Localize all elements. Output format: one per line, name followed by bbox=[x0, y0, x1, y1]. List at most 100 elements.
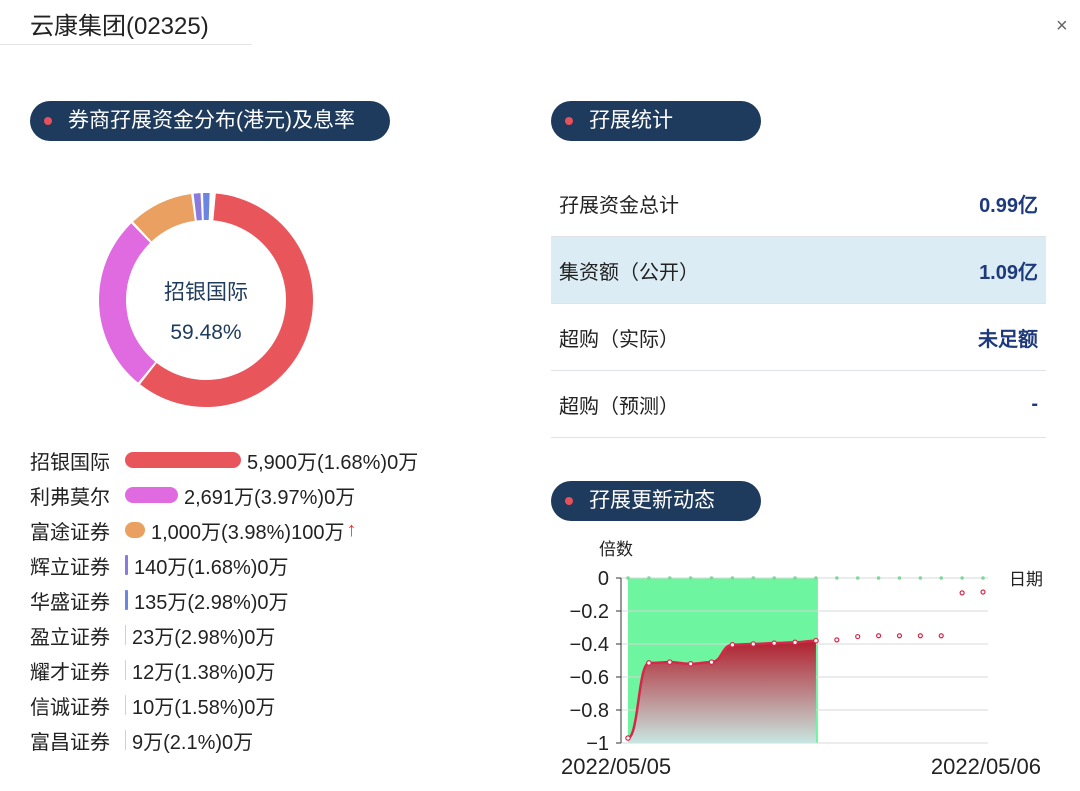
data-point bbox=[980, 589, 986, 595]
broker-share-bar bbox=[125, 555, 128, 575]
broker-row: 耀才证券 12万(1.38%)0万 bbox=[30, 655, 275, 685]
broker-name: 华盛证券 bbox=[30, 591, 110, 614]
y-tick-label: −0.8 bbox=[570, 700, 609, 722]
data-point bbox=[938, 633, 944, 639]
data-point bbox=[625, 735, 631, 741]
broker-share-bar bbox=[125, 522, 145, 538]
donut-slice bbox=[203, 193, 210, 221]
increase-arrow-icon: ↑ bbox=[346, 518, 357, 541]
data-point bbox=[792, 639, 798, 646]
broker-value: 140万(1.68%)0万 bbox=[134, 556, 289, 579]
broker-row: 富途证券 1,000万(3.98%)100万 ↑ bbox=[30, 515, 356, 545]
zero-marker bbox=[751, 576, 756, 580]
distribution-section-header: 券商孖展资金分布(港元)及息率 bbox=[30, 101, 390, 141]
donut-slice bbox=[193, 193, 202, 221]
broker-row: 富昌证券 9万(2.1%)0万 bbox=[30, 725, 253, 755]
stats-section-header: 孖展统计 bbox=[551, 101, 761, 141]
broker-name: 盈立证券 bbox=[30, 626, 110, 649]
broker-share-bar bbox=[125, 452, 241, 468]
zero-marker bbox=[918, 576, 923, 580]
data-point bbox=[771, 640, 777, 646]
zero-marker bbox=[647, 576, 651, 580]
broker-share-bar bbox=[125, 590, 128, 610]
stat-label: 超购（预测） bbox=[559, 395, 679, 418]
zero-marker bbox=[730, 576, 735, 580]
updates-section-header: 孖展更新动态 bbox=[551, 481, 761, 521]
broker-name: 招银国际 bbox=[30, 451, 110, 474]
broker-share-bar bbox=[125, 730, 126, 750]
data-point bbox=[687, 661, 694, 667]
stat-row-total-margin: 孖展资金总计 0.99亿 bbox=[551, 170, 1046, 237]
broker-name: 信诚证券 bbox=[30, 696, 110, 719]
broker-row: 盈立证券 23万(2.98%)0万 bbox=[30, 620, 275, 650]
zero-marker bbox=[960, 576, 964, 580]
broker-share-bar bbox=[125, 695, 126, 715]
bullet-dot-icon bbox=[565, 497, 573, 505]
stat-value: 未足额 bbox=[978, 328, 1038, 351]
donut-center-name: 招银国际 bbox=[164, 281, 248, 304]
stat-row-public-raise: 集资额（公开） 1.09亿 bbox=[551, 237, 1046, 304]
zero-marker bbox=[772, 576, 776, 580]
stat-label: 超购（实际） bbox=[559, 328, 679, 351]
zero-marker bbox=[667, 576, 672, 580]
broker-name: 富昌证券 bbox=[30, 731, 110, 754]
distribution-section-title: 券商孖展资金分布(港元)及息率 bbox=[68, 109, 355, 132]
broker-value: 135万(2.98%)0万 bbox=[134, 591, 289, 614]
stat-label: 集资额（公开） bbox=[559, 261, 699, 284]
data-point bbox=[813, 637, 819, 644]
zero-marker bbox=[688, 576, 693, 580]
data-point bbox=[666, 659, 673, 665]
data-point bbox=[646, 660, 652, 666]
broker-name: 利弗莫尔 bbox=[30, 486, 110, 509]
data-point bbox=[896, 633, 903, 639]
broker-value: 12万(1.38%)0万 bbox=[132, 661, 276, 684]
broker-name: 耀才证券 bbox=[30, 661, 110, 684]
data-point bbox=[708, 659, 715, 665]
stat-value: 0.99亿 bbox=[979, 194, 1038, 217]
zero-marker bbox=[981, 576, 985, 580]
stat-value: - bbox=[1031, 392, 1038, 415]
zero-marker bbox=[876, 576, 881, 580]
broker-share-bar bbox=[125, 487, 178, 503]
data-point bbox=[729, 642, 736, 648]
broker-value: 9万(2.1%)0万 bbox=[132, 731, 254, 754]
donut-slice bbox=[133, 194, 195, 242]
broker-row: 辉立证券 140万(1.68%)0万 bbox=[30, 550, 289, 580]
y-tick-label: −0.4 bbox=[570, 634, 609, 656]
zero-marker bbox=[897, 576, 902, 580]
zero-marker bbox=[814, 576, 818, 580]
broker-row: 华盛证券 135万(2.98%)0万 bbox=[30, 585, 289, 615]
broker-name: 辉立证券 bbox=[30, 556, 110, 579]
broker-share-bar bbox=[125, 660, 126, 680]
page-title: 云康集团(02325) bbox=[30, 13, 209, 40]
broker-value: 10万(1.58%)0万 bbox=[132, 696, 276, 719]
close-icon[interactable]: × bbox=[1056, 16, 1068, 36]
updates-section-title: 孖展更新动态 bbox=[589, 489, 715, 512]
broker-value: 2,691万(3.97%)0万 bbox=[184, 486, 356, 509]
line-chart-svg: 0 −0.2 −0.4 −0.6 −0.8 −1 倍数日期 2022/05/05 2022/05… bbox=[561, 540, 1043, 779]
y-tick-label: −0.6 bbox=[570, 667, 609, 689]
broker-row: 信诚证券 10万(1.58%)0万 bbox=[30, 690, 275, 720]
zero-marker bbox=[709, 576, 714, 580]
stat-value: 1.09亿 bbox=[979, 261, 1038, 284]
broker-value: 23万(2.98%)0万 bbox=[132, 626, 276, 649]
zero-marker bbox=[939, 576, 944, 580]
margin-update-chart[interactable]: 0 −0.2 −0.4 −0.6 −0.8 −1 倍数 日期 2022/05/05 2022/05… bbox=[551, 538, 1051, 783]
broker-value: 5,900万(1.68%)0万 bbox=[247, 451, 419, 474]
zero-marker bbox=[855, 576, 860, 580]
title-bar: 云康集团(02325) bbox=[0, 0, 252, 45]
broker-name: 富途证券 bbox=[30, 521, 110, 544]
y-tick-label: −1 bbox=[586, 733, 609, 755]
broker-row: 利弗莫尔 2,691万(3.97%)0万 bbox=[30, 480, 355, 510]
stat-label: 孖展资金总计 bbox=[559, 194, 679, 217]
stat-row-oversub-forecast: 超购（预测） - bbox=[551, 371, 1046, 438]
donut-center-percent: 59.48% bbox=[170, 321, 242, 344]
x-tick-label: 2022/05/06 bbox=[931, 754, 1041, 779]
data-point bbox=[875, 633, 882, 639]
stats-section-title: 孖展统计 bbox=[589, 109, 673, 132]
zero-marker bbox=[793, 576, 797, 580]
bullet-dot-icon bbox=[44, 117, 52, 125]
broker-share-bar bbox=[125, 625, 126, 645]
data-point bbox=[959, 590, 965, 596]
y-axis-title: 倍数 bbox=[599, 540, 633, 559]
